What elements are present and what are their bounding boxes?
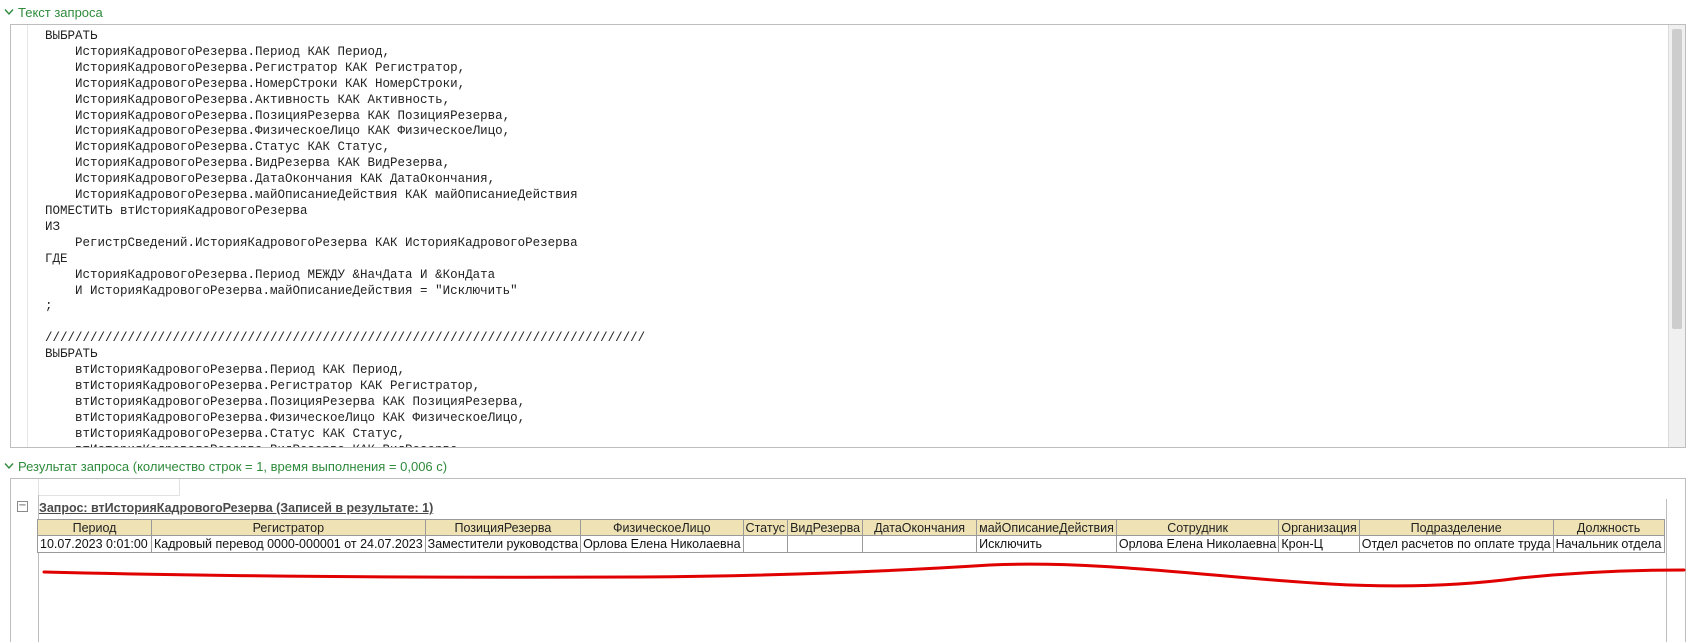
column-header[interactable]: Сотрудник [1115, 519, 1280, 536]
column-header[interactable]: ФизическоеЛицо [580, 519, 744, 536]
result-section-header[interactable]: Результат запроса (количество строк = 1,… [0, 456, 447, 476]
grid-divider [38, 495, 39, 642]
query-result-panel: − Запрос: втИсторияКадровогоРезерва (Зап… [10, 478, 1686, 642]
column-header[interactable]: ДатаОкончания [862, 519, 978, 536]
query-section-title: Текст запроса [18, 4, 103, 20]
collapse-minus-icon[interactable]: − [17, 501, 28, 512]
table-cell[interactable]: Орлова Елена Николаевна [1115, 535, 1280, 553]
table-cell[interactable]: Исключить [976, 535, 1117, 553]
table-cell[interactable]: Крон-Ц [1278, 535, 1360, 553]
query-text-editor[interactable]: ВЫБРАТЬ ИсторияКадровогоРезерва.Период К… [10, 24, 1686, 448]
table-cell[interactable]: Начальник отдела [1552, 535, 1665, 553]
table-cell[interactable]: Орлова Елена Николаевна [580, 535, 744, 553]
column-header[interactable]: ВидРезерва [787, 519, 864, 536]
result-table: Период Регистратор ПозицияРезерва Физическо… [37, 519, 1665, 553]
table-cell[interactable]: Отдел расчетов по оплате труда [1358, 535, 1554, 553]
column-header[interactable]: Статус [742, 519, 789, 536]
table-cell[interactable]: Заместители руководства [424, 535, 582, 553]
result-header-row: Период Регистратор ПозицияРезерва Физическо… [37, 519, 1665, 536]
chevron-down-icon[interactable] [0, 462, 18, 470]
column-header[interactable]: Период [37, 519, 152, 536]
query-text-section-header[interactable]: Текст запроса [0, 2, 103, 22]
column-header[interactable]: майОписаниеДействия [976, 519, 1117, 536]
chevron-down-icon[interactable] [0, 8, 18, 16]
grid-divider [1666, 499, 1667, 642]
editor-gutter [11, 25, 28, 447]
table-cell[interactable]: 10.07.2023 0:01:00 [37, 535, 152, 553]
table-cell[interactable] [787, 535, 864, 553]
table-cell[interactable]: Кадровый перевод 0000-000001 от 24.07.20… [151, 535, 426, 553]
column-header[interactable]: Регистратор [151, 519, 426, 536]
column-header[interactable]: Должность [1552, 519, 1665, 536]
column-header[interactable]: Подразделение [1358, 519, 1554, 536]
result-section-title: Результат запроса (количество строк = 1,… [18, 458, 448, 474]
editor-scrollbar[interactable] [1668, 25, 1685, 447]
table-row[interactable]: 10.07.2023 0:01:00 Кадровый перевод 0000-… [37, 535, 1665, 553]
query-code[interactable]: ВЫБРАТЬ ИсторияКадровогоРезерва.Период К… [45, 29, 645, 447]
table-cell[interactable] [862, 535, 978, 553]
result-header-cell [38, 479, 180, 496]
result-table-caption[interactable]: Запрос: втИсторияКадровогоРезерва (Запис… [39, 501, 433, 515]
column-header[interactable]: ПозицияРезерва [424, 519, 582, 536]
scrollbar-thumb[interactable] [1672, 29, 1682, 329]
table-cell[interactable] [742, 535, 789, 553]
column-header[interactable]: Организация [1278, 519, 1360, 536]
